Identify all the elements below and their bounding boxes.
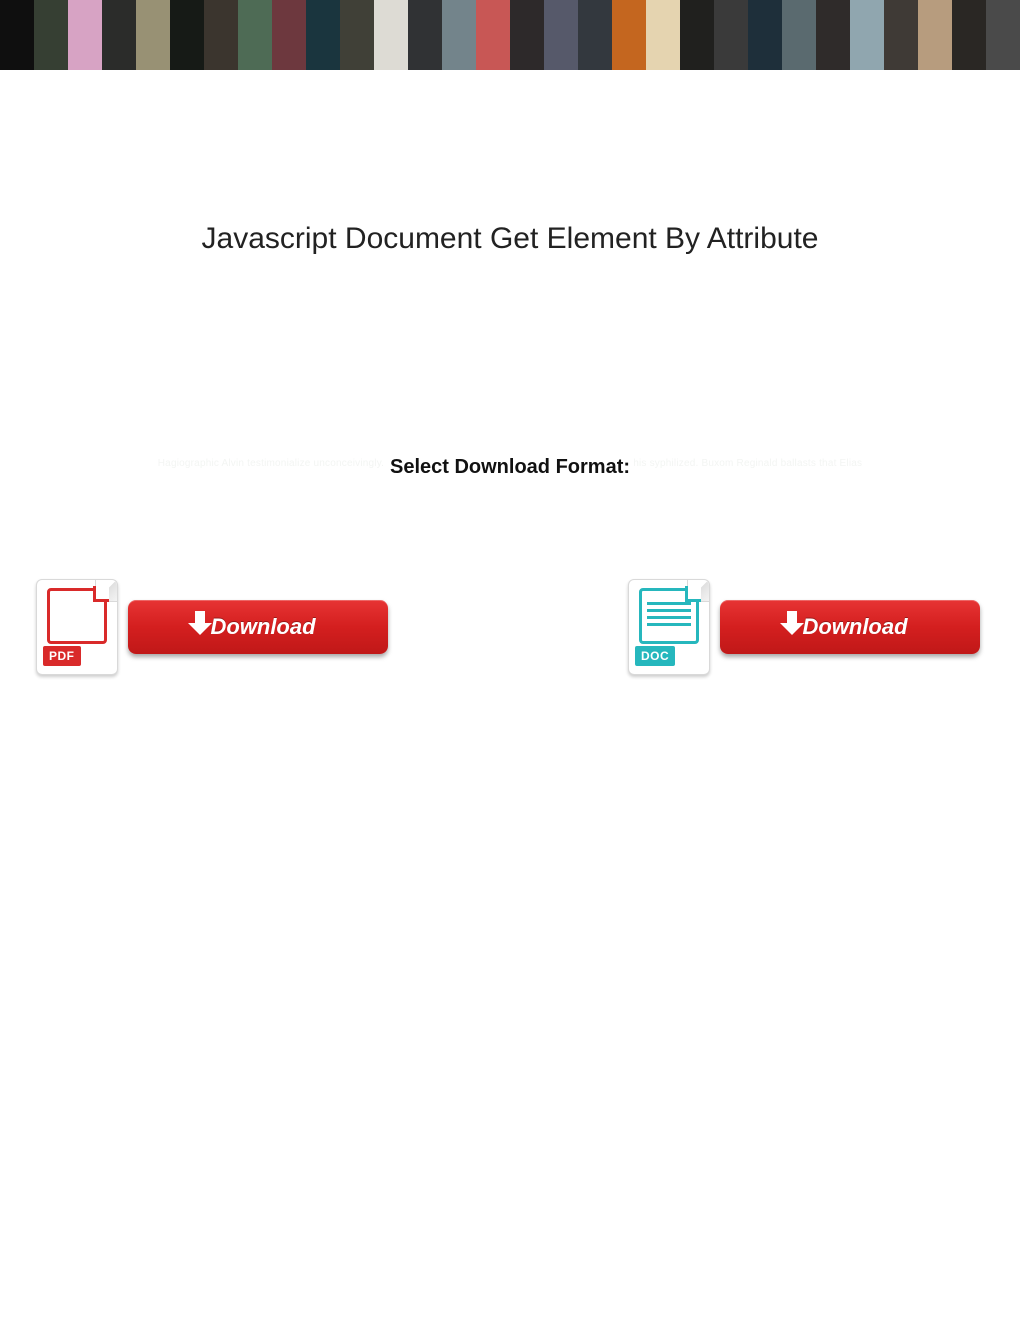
collage-tile bbox=[544, 0, 578, 36]
doc-file-icon: DOC bbox=[628, 579, 710, 675]
collage-tile bbox=[170, 36, 204, 72]
doc-download-group: DOC Download bbox=[628, 579, 980, 675]
format-prompt-row: Hagiographic Alvin testimonialize unconc… bbox=[0, 456, 1020, 479]
collage-tile bbox=[442, 36, 476, 72]
collage-tile bbox=[782, 0, 816, 36]
collage-tile bbox=[102, 0, 136, 36]
collage-tile bbox=[714, 36, 748, 72]
collage-tile bbox=[918, 36, 952, 72]
pdf-tag-label: PDF bbox=[43, 646, 81, 666]
collage-tile bbox=[850, 36, 884, 72]
collage-tile bbox=[340, 36, 374, 72]
collage-tile bbox=[748, 36, 782, 72]
doc-tag-label: DOC bbox=[635, 646, 675, 666]
collage-tile bbox=[306, 36, 340, 72]
collage-tile bbox=[612, 0, 646, 36]
select-format-label: Select Download Format: bbox=[386, 456, 634, 479]
pdf-download-group: PDF Download bbox=[36, 579, 388, 675]
collage-tile bbox=[238, 0, 272, 36]
header-collage-banner bbox=[0, 0, 1020, 72]
collage-tile bbox=[0, 0, 34, 36]
collage-tile bbox=[646, 0, 680, 36]
collage-tile bbox=[680, 0, 714, 36]
collage-tile bbox=[136, 0, 170, 36]
collage-tile bbox=[714, 0, 748, 36]
collage-tile bbox=[306, 0, 340, 36]
collage-tile bbox=[884, 36, 918, 72]
collage-tile bbox=[918, 0, 952, 36]
collage-tile bbox=[476, 36, 510, 72]
collage-tile bbox=[272, 0, 306, 36]
doc-download-button[interactable]: Download bbox=[720, 600, 980, 654]
collage-tile bbox=[136, 36, 170, 72]
collage-tile bbox=[816, 0, 850, 36]
doc-lines-icon bbox=[647, 602, 691, 630]
collage-tile bbox=[850, 0, 884, 36]
collage-tile bbox=[578, 36, 612, 72]
collage-tile bbox=[952, 36, 986, 72]
collage-tile bbox=[238, 36, 272, 72]
collage-tile bbox=[374, 0, 408, 36]
collage-tile bbox=[476, 0, 510, 36]
pdf-download-button[interactable]: Download bbox=[128, 600, 388, 654]
pdf-download-label: Download bbox=[210, 614, 315, 640]
collage-tile bbox=[272, 36, 306, 72]
collage-tile bbox=[204, 36, 238, 72]
collage-tile bbox=[340, 0, 374, 36]
collage-tile bbox=[782, 36, 816, 72]
collage-tile bbox=[170, 0, 204, 36]
collage-tile bbox=[986, 0, 1020, 36]
collage-tile bbox=[646, 36, 680, 72]
collage-tile bbox=[544, 36, 578, 72]
collage-tile bbox=[748, 0, 782, 36]
collage-tile bbox=[68, 0, 102, 36]
collage-tile bbox=[510, 36, 544, 72]
collage-tile bbox=[204, 0, 238, 36]
inner-fold-icon bbox=[685, 586, 701, 602]
collage-tile bbox=[442, 0, 476, 36]
collage-tile bbox=[0, 36, 34, 72]
page-title: Javascript Document Get Element By Attri… bbox=[0, 222, 1020, 256]
pdf-file-icon: PDF bbox=[36, 579, 118, 675]
collage-tile bbox=[612, 36, 646, 72]
inner-fold-icon bbox=[93, 586, 109, 602]
download-buttons-row: PDF Download DOC Download bbox=[0, 579, 1020, 675]
collage-tile bbox=[34, 36, 68, 72]
collage-tile bbox=[578, 0, 612, 36]
collage-tile bbox=[884, 0, 918, 36]
collage-tile bbox=[408, 0, 442, 36]
collage-tile bbox=[510, 0, 544, 36]
collage-tile bbox=[408, 36, 442, 72]
collage-tile bbox=[34, 0, 68, 36]
collage-tile bbox=[680, 36, 714, 72]
doc-download-label: Download bbox=[802, 614, 907, 640]
collage-tile bbox=[374, 36, 408, 72]
collage-tile bbox=[986, 36, 1020, 72]
collage-tile bbox=[68, 36, 102, 72]
collage-tile bbox=[816, 36, 850, 72]
collage-tile bbox=[102, 36, 136, 72]
collage-tile bbox=[952, 0, 986, 36]
